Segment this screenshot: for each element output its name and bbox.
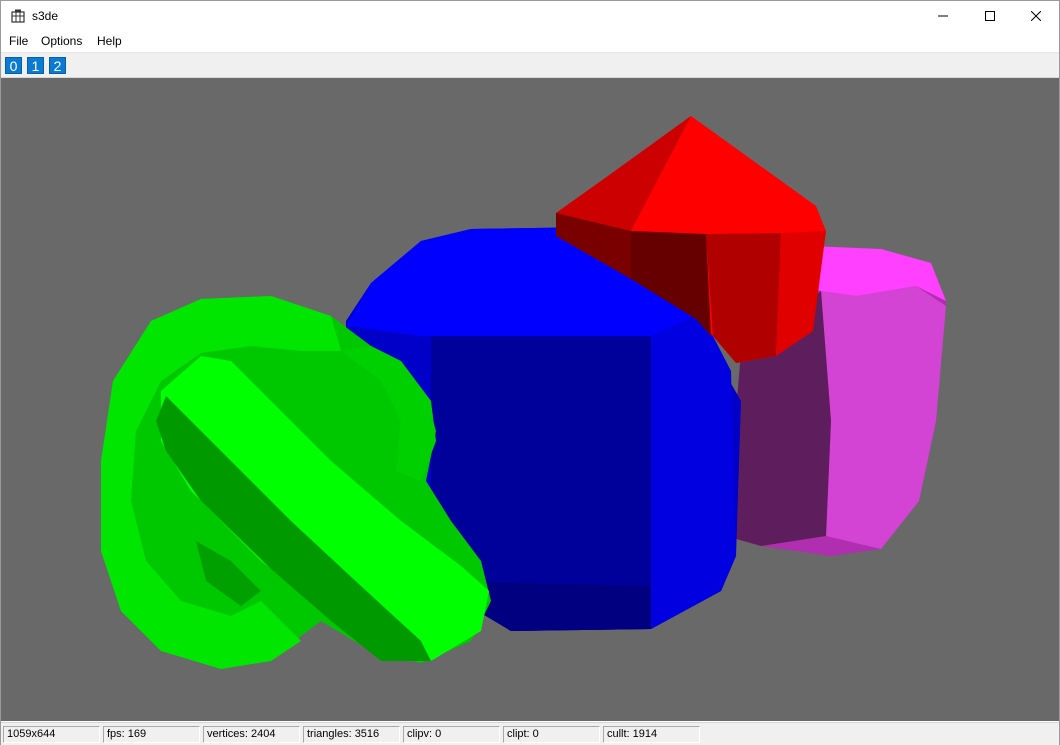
status-clipv: clipv: 0 [403,726,500,743]
menu-options[interactable]: Options [41,34,82,48]
status-size: 1059x644 [3,726,100,743]
status-vertices: vertices: 2404 [203,726,300,743]
view-button-1[interactable]: 1 [27,57,44,74]
status-bar: 1059x644 fps: 169 vertices: 2404 triangl… [1,722,1059,745]
menu-help[interactable]: Help [97,34,122,48]
close-button[interactable] [1013,1,1059,31]
app-window: s3de File Options Help 0 1 2 1059x644 fp… [0,0,1060,745]
maximize-button[interactable] [967,1,1013,31]
app-icon [11,9,25,23]
view-button-0[interactable]: 0 [5,57,22,74]
close-icon [1031,11,1041,21]
menu-bar: File Options Help [1,31,1059,53]
toolbar: 0 1 2 [1,53,1059,78]
window-title: s3de [32,9,59,23]
minimize-icon [938,15,948,17]
scene-render [101,116,946,669]
maximize-icon [985,11,995,21]
view-button-2[interactable]: 2 [49,57,66,74]
menu-file[interactable]: File [9,34,28,48]
title-bar[interactable]: s3de [1,1,1059,31]
3d-viewport[interactable] [1,78,1059,721]
status-cullt: cullt: 1914 [603,726,700,743]
status-fps: fps: 169 [103,726,200,743]
status-clipt: clipt: 0 [503,726,600,743]
status-triangles: triangles: 3516 [303,726,400,743]
minimize-button[interactable] [920,1,966,31]
